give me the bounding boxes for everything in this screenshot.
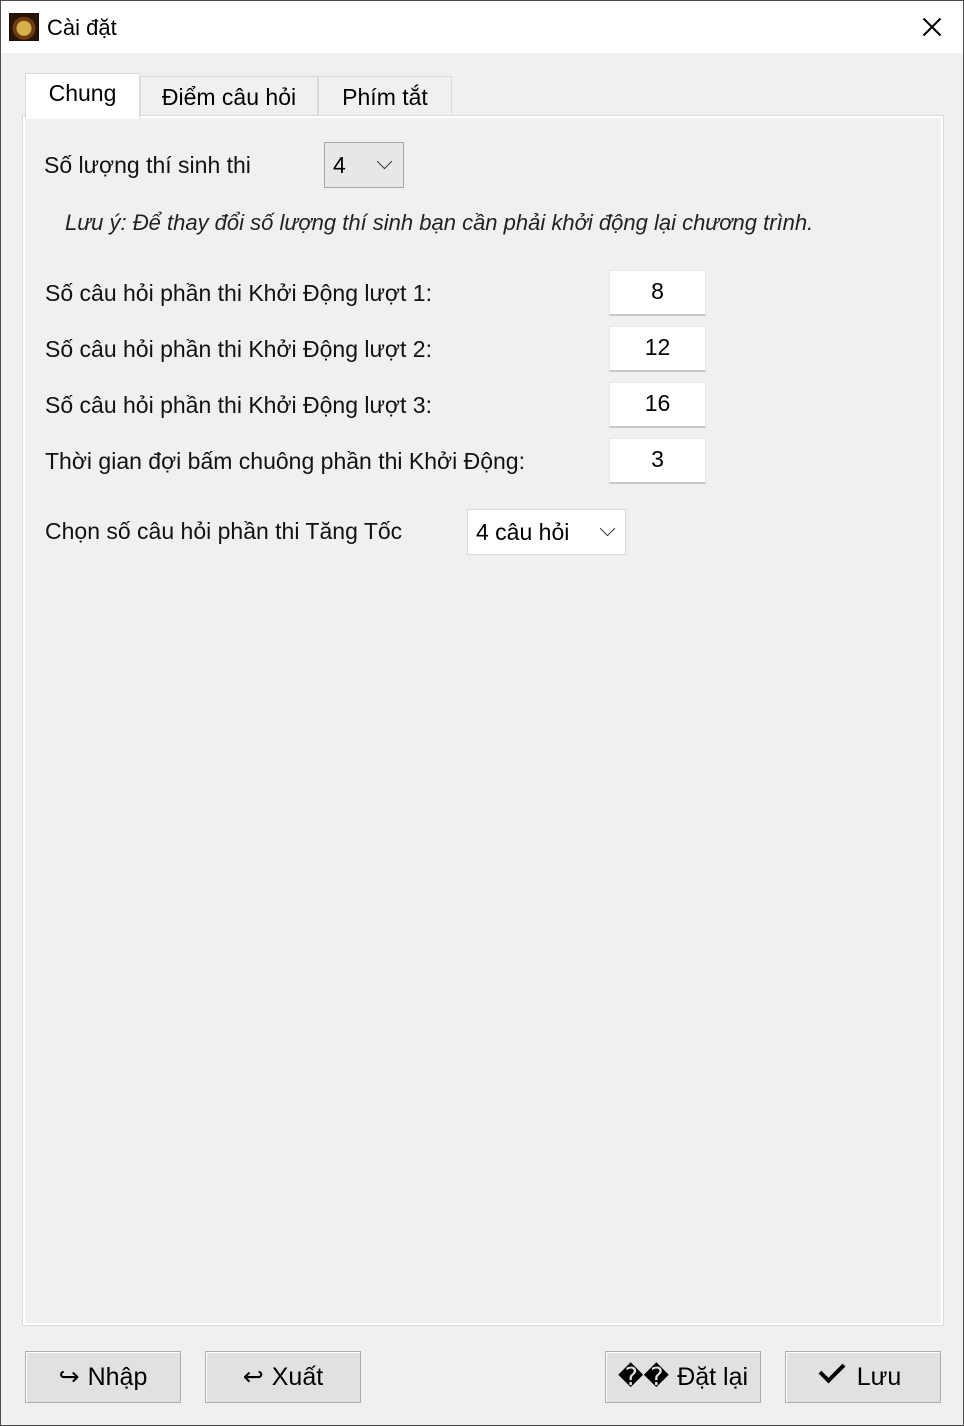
acceleration-selected-value: 4 câu hỏi bbox=[476, 519, 570, 545]
save-button[interactable]: Lưu bbox=[785, 1351, 941, 1403]
contestants-select[interactable]: 4 bbox=[324, 142, 404, 188]
app-icon bbox=[9, 13, 39, 41]
title-bar: Cài đặt bbox=[1, 1, 963, 53]
chevron-down-icon bbox=[599, 520, 616, 537]
reset-icon: �� bbox=[617, 1363, 670, 1391]
buzzer-wait-time-input[interactable]: 3 bbox=[609, 438, 706, 484]
reset-button-label: Đặt lại bbox=[677, 1363, 749, 1391]
reset-button[interactable]: �� Đặt lại bbox=[605, 1351, 761, 1403]
acceleration-questions-select[interactable]: 4 câu hỏi bbox=[467, 509, 626, 555]
settings-window: Cài đặt Chung Điểm câu hỏi Phím tắt Số l… bbox=[0, 0, 964, 1426]
export-arrow-icon: ↩ bbox=[242, 1363, 264, 1391]
close-button[interactable] bbox=[899, 1, 963, 53]
import-button-label: Nhập bbox=[87, 1363, 148, 1391]
window-title: Cài đặt bbox=[47, 15, 117, 40]
contestants-selected-value: 4 bbox=[333, 152, 346, 178]
acceleration-questions-label: Chọn số câu hỏi phần thi Tăng Tốc bbox=[45, 518, 403, 544]
contestants-label: Số lượng thí sinh thi bbox=[44, 152, 251, 178]
warmup-round-1-label: Số câu hỏi phần thi Khởi Động lượt 1: bbox=[45, 280, 432, 306]
tab-shortcuts[interactable]: Phím tắt bbox=[318, 76, 452, 117]
restart-note: Lưu ý: Để thay đổi số lượng thí sinh bạn… bbox=[65, 210, 814, 235]
export-button[interactable]: ↩ Xuất bbox=[205, 1351, 361, 1403]
export-button-label: Xuất bbox=[271, 1363, 324, 1391]
warmup-round-2-label: Số câu hỏi phần thi Khởi Động lượt 2: bbox=[45, 336, 432, 362]
general-settings-panel: Số lượng thí sinh thi 4 Lưu ý: Để thay đ… bbox=[22, 115, 944, 1326]
warmup-round-3-input[interactable]: 16 bbox=[609, 382, 706, 428]
import-arrow-icon: ↪ bbox=[58, 1363, 80, 1391]
chevron-down-icon bbox=[376, 153, 393, 170]
tab-question-scores[interactable]: Điểm câu hỏi bbox=[140, 76, 318, 117]
warmup-round-1-input[interactable]: 8 bbox=[609, 270, 706, 316]
checkmark-icon bbox=[818, 1356, 846, 1384]
dialog-footer: ↪ Nhập ↩ Xuất �� Đặt lại Lưu bbox=[1, 1327, 963, 1425]
save-button-label: Lưu bbox=[856, 1363, 902, 1391]
tab-general[interactable]: Chung bbox=[25, 73, 140, 119]
import-button[interactable]: ↪ Nhập bbox=[25, 1351, 181, 1403]
buzzer-wait-time-label: Thời gian đợi bấm chuông phần thi Khởi Đ… bbox=[45, 448, 525, 474]
warmup-round-3-label: Số câu hỏi phần thi Khởi Động lượt 3: bbox=[45, 392, 432, 418]
warmup-round-2-input[interactable]: 12 bbox=[609, 326, 706, 372]
